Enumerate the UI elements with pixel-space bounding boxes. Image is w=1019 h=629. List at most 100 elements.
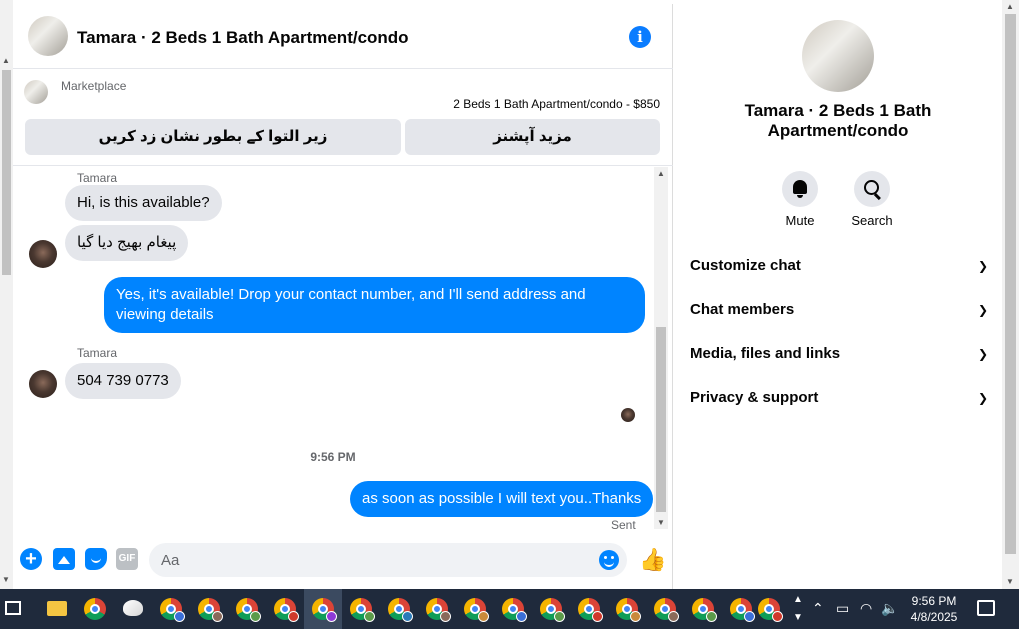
conversation-title[interactable]: Tamara · 2 Beds 1 Bath Apartment/condo <box>77 28 409 48</box>
message-bubble[interactable]: Hi, is this available? <box>65 185 222 221</box>
message-bubble[interactable]: Yes, it's available! Drop your contact n… <box>104 277 645 333</box>
chat-panel: Tamara · 2 Beds 1 Bath Apartment/condo i… <box>13 4 673 589</box>
gif-icon[interactable]: GIF <box>116 548 138 570</box>
chrome-profile-button[interactable] <box>684 589 722 629</box>
search-icon[interactable] <box>854 171 890 207</box>
profile-badge-icon <box>174 611 185 622</box>
page-scrollbar[interactable]: ▲ ▼ <box>0 0 13 589</box>
window-scrollbar[interactable]: ▲ ▼ <box>1002 0 1019 589</box>
profile-badge-icon <box>440 611 451 622</box>
chrome-profile-button[interactable] <box>494 589 532 629</box>
search-label: Search <box>851 213 893 228</box>
info-icon[interactable]: i <box>629 26 651 48</box>
chrome-profile-button[interactable] <box>380 589 418 629</box>
scroll-up-arrow-icon[interactable]: ▲ <box>2 56 10 65</box>
volume-icon[interactable]: 🔈 <box>881 600 898 617</box>
section-privacy-support[interactable]: Privacy & support ❯ <box>690 378 988 418</box>
profile-badge-icon <box>516 611 527 622</box>
taskbar: ▲ ▼ ⌃ ▭ ◠ 🔈 9:56 PM 4/8/2025 <box>0 589 1019 629</box>
chrome-profile-button[interactable] <box>266 589 304 629</box>
chrome-profile-button[interactable] <box>228 589 266 629</box>
chat-header: Tamara · 2 Beds 1 Bath Apartment/condo i <box>13 4 673 69</box>
sticker-icon[interactable] <box>85 548 107 570</box>
chrome-profile-button[interactable] <box>532 589 570 629</box>
profile-badge-icon <box>478 611 489 622</box>
search-action[interactable]: Search <box>842 171 902 228</box>
paint-button[interactable] <box>114 589 152 629</box>
chrome-profile-button[interactable] <box>152 589 190 629</box>
sender-name: Tamara <box>77 171 118 185</box>
profile-badge-icon <box>630 611 641 622</box>
scrollbar-thumb[interactable] <box>2 70 11 275</box>
system-clock[interactable]: 9:56 PM 4/8/2025 <box>900 593 968 625</box>
chrome-profile-button[interactable] <box>418 589 456 629</box>
message-bubble[interactable]: پیغام بھیج دیا گیا <box>65 225 189 261</box>
sender-avatar[interactable] <box>29 240 57 268</box>
file-explorer-button[interactable] <box>38 589 76 629</box>
task-view-button[interactable] <box>0 589 38 629</box>
message-bubble[interactable]: 504 739 0773 <box>65 363 181 399</box>
chrome-profile-button[interactable] <box>646 589 684 629</box>
section-customize-chat[interactable]: Customize chat ❯ <box>690 246 988 286</box>
chrome-button[interactable] <box>76 589 114 629</box>
timestamp-separator: 9:56 PM <box>310 450 356 464</box>
thumbs-up-icon[interactable]: 👍 <box>639 547 666 573</box>
taskbar-scroll-arrows-icon[interactable]: ▲ ▼ <box>793 591 803 627</box>
sent-status: Sent <box>611 518 636 529</box>
details-avatar[interactable] <box>802 20 874 92</box>
sender-avatar[interactable] <box>29 370 57 398</box>
scrollbar-thumb[interactable] <box>656 327 666 512</box>
details-title: Tamara · 2 Beds 1 Bath Apartment/condo <box>744 101 932 140</box>
scrollbar-thumb[interactable] <box>1005 14 1016 554</box>
mark-as-pending-button[interactable]: زیر التوا کے بطور نشان زد کریں <box>25 119 401 155</box>
show-hidden-icons-icon[interactable]: ⌃ <box>812 600 824 617</box>
plus-icon[interactable]: + <box>20 548 42 570</box>
sender-name: Tamara <box>77 346 118 360</box>
read-receipt-avatar <box>621 408 635 422</box>
message-list: Tamara Hi, is this available? پیغام بھیج… <box>13 167 673 529</box>
scroll-down-arrow-icon[interactable]: ▼ <box>657 518 665 527</box>
listing-title[interactable]: 2 Beds 1 Bath Apartment/condo - $850 <box>453 97 660 111</box>
chrome-profile-button[interactable] <box>456 589 494 629</box>
battery-icon[interactable]: ▭ <box>836 600 849 617</box>
mute-action[interactable]: Mute <box>770 171 830 228</box>
section-label: Media, files and links <box>690 345 841 362</box>
chrome-profile-button[interactable] <box>570 589 608 629</box>
section-media-files-links[interactable]: Media, files and links ❯ <box>690 334 988 374</box>
listing-thumbnail[interactable] <box>24 80 48 104</box>
scroll-down-arrow-icon[interactable]: ▼ <box>1006 577 1014 586</box>
chevron-down-icon: ❯ <box>977 259 988 273</box>
section-chat-members[interactable]: Chat members ❯ <box>690 290 988 330</box>
conversation-avatar[interactable] <box>28 16 68 56</box>
chevron-down-icon: ❯ <box>977 303 988 317</box>
wifi-icon[interactable]: ◠ <box>860 600 872 617</box>
chrome-profile-button[interactable] <box>190 589 228 629</box>
notification-icon[interactable] <box>977 600 995 616</box>
bell-icon[interactable] <box>782 171 818 207</box>
clock-date: 4/8/2025 <box>910 610 958 624</box>
scroll-up-arrow-icon[interactable]: ▲ <box>657 169 665 178</box>
chrome-profile-button[interactable] <box>304 589 342 629</box>
conversation-details-panel: Tamara · 2 Beds 1 Bath Apartment/condo M… <box>674 4 1002 589</box>
message-scrollbar[interactable]: ▲ ▼ <box>654 167 668 529</box>
clock-time: 9:56 PM <box>911 594 957 608</box>
message-input-box[interactable] <box>149 543 627 577</box>
scroll-up-arrow-icon[interactable]: ▲ <box>1006 2 1014 11</box>
chrome-profile-button[interactable] <box>750 589 788 629</box>
section-label: Customize chat <box>690 257 801 274</box>
message-bubble[interactable]: as soon as possible I will text you..Tha… <box>350 481 654 517</box>
scroll-down-arrow-icon[interactable]: ▼ <box>2 575 10 584</box>
marketplace-banner: Marketplace 2 Beds 1 Bath Apartment/cond… <box>13 70 673 166</box>
section-label: Chat members <box>690 301 795 318</box>
more-options-button[interactable]: مزید آپشنز <box>405 119 660 155</box>
emoji-icon[interactable] <box>599 550 619 570</box>
profile-badge-icon <box>212 611 223 622</box>
chevron-down-icon: ❯ <box>977 347 988 361</box>
chrome-profile-button[interactable] <box>608 589 646 629</box>
profile-badge-icon <box>706 611 717 622</box>
photo-icon[interactable] <box>53 548 75 570</box>
profile-badge-icon <box>668 611 679 622</box>
chrome-profile-button[interactable] <box>342 589 380 629</box>
message-input[interactable] <box>161 550 581 570</box>
profile-badge-icon <box>288 611 299 622</box>
